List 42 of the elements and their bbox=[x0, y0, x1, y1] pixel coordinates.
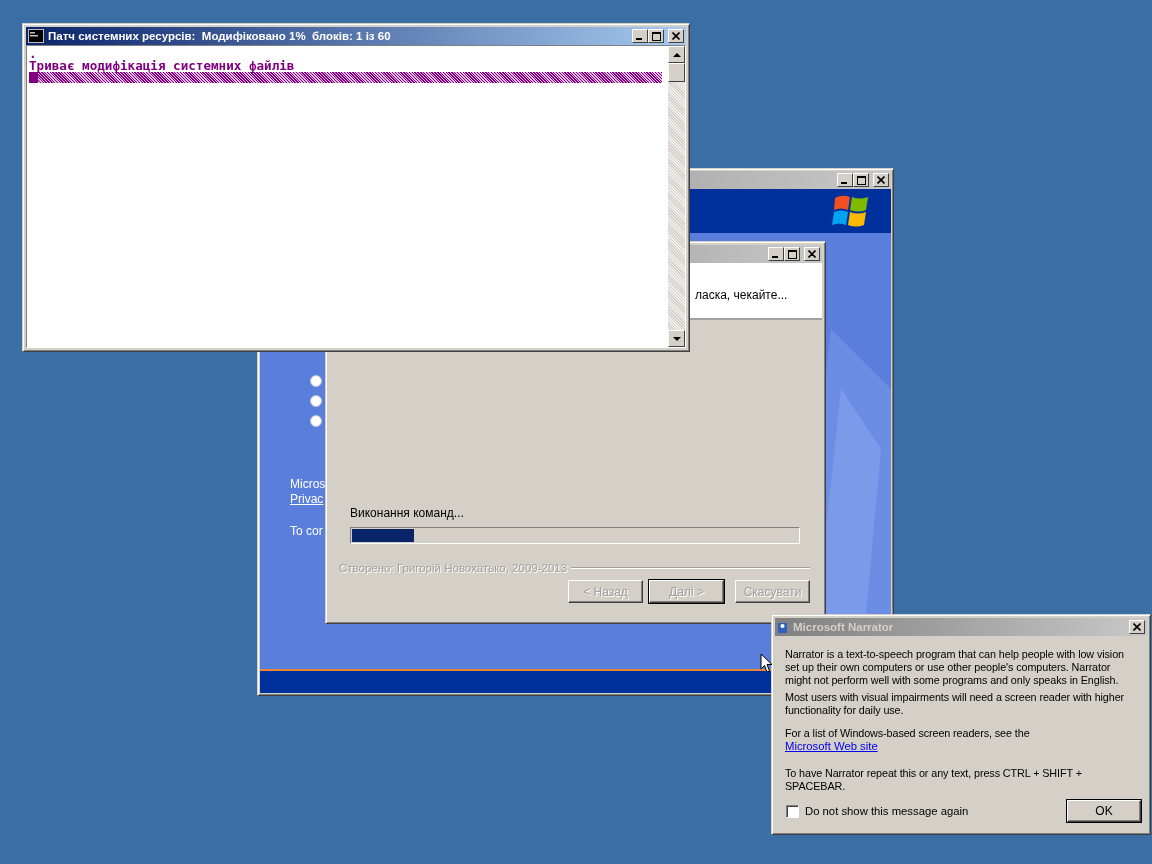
minimize-icon bbox=[841, 182, 847, 184]
scroll-up-button[interactable] bbox=[668, 46, 685, 63]
radio-button[interactable] bbox=[310, 375, 322, 387]
body-text: To cor bbox=[290, 524, 323, 539]
link[interactable]: Microsoft Web site bbox=[785, 740, 878, 753]
checkbox[interactable] bbox=[786, 804, 799, 818]
ok-button[interactable]: OK bbox=[1067, 800, 1141, 822]
close-icon bbox=[1133, 623, 1141, 631]
scroll-thumb[interactable] bbox=[668, 63, 685, 82]
link[interactable]: Privac bbox=[290, 492, 324, 507]
scrollbar[interactable] bbox=[668, 46, 685, 347]
close-icon bbox=[672, 32, 680, 40]
window-title: Патч системних ресурсів: Модифіковано 1% блоків: 1 із 60 bbox=[48, 30, 391, 42]
window-title: Microsoft Narrator bbox=[793, 621, 894, 633]
message-text: To have Narrator repeat this or any text, press CTRL + SHIFT + SPACEBAR. bbox=[785, 767, 1083, 793]
minimize-icon bbox=[772, 256, 778, 258]
down-arrow-icon bbox=[671, 334, 682, 343]
close-button[interactable] bbox=[668, 29, 684, 43]
close-icon bbox=[877, 176, 885, 184]
header-text: ласка, чекайте... bbox=[695, 287, 788, 302]
radio-button[interactable] bbox=[310, 415, 322, 427]
app-icon bbox=[777, 620, 789, 634]
scroll-down-button[interactable] bbox=[668, 330, 685, 347]
mouse-pointer-icon bbox=[760, 653, 773, 674]
up-arrow-icon bbox=[671, 50, 682, 59]
console-text: Триває модифікація системних файлів bbox=[29, 60, 296, 72]
message-text: Narrator is a text-to-speech program that can help people with low vision set up their own computers or use other people's computers. Narrator might not perform well with some programs and only speaks in English. bbox=[785, 648, 1125, 687]
body-text: Micros bbox=[290, 477, 326, 492]
minimize-button[interactable] bbox=[632, 29, 648, 43]
status-text: Виконання команд... bbox=[350, 506, 465, 520]
maximize-icon bbox=[856, 175, 866, 185]
minimize-icon bbox=[636, 38, 642, 40]
message-text: For a list of Windows-based screen readers, see the bbox=[785, 727, 1031, 740]
console-text: . bbox=[29, 48, 38, 60]
checkbox-label: Do not show this message again bbox=[805, 805, 969, 817]
radio-button[interactable] bbox=[310, 395, 322, 407]
maximize-icon bbox=[787, 249, 797, 259]
message-text: Most users with visual impairments will need a screen reader with higher functionality for daily use. bbox=[785, 691, 1126, 717]
close-icon bbox=[808, 250, 816, 258]
maximize-button[interactable] bbox=[648, 29, 664, 43]
maximize-icon bbox=[651, 31, 661, 41]
console-icon bbox=[28, 29, 44, 43]
